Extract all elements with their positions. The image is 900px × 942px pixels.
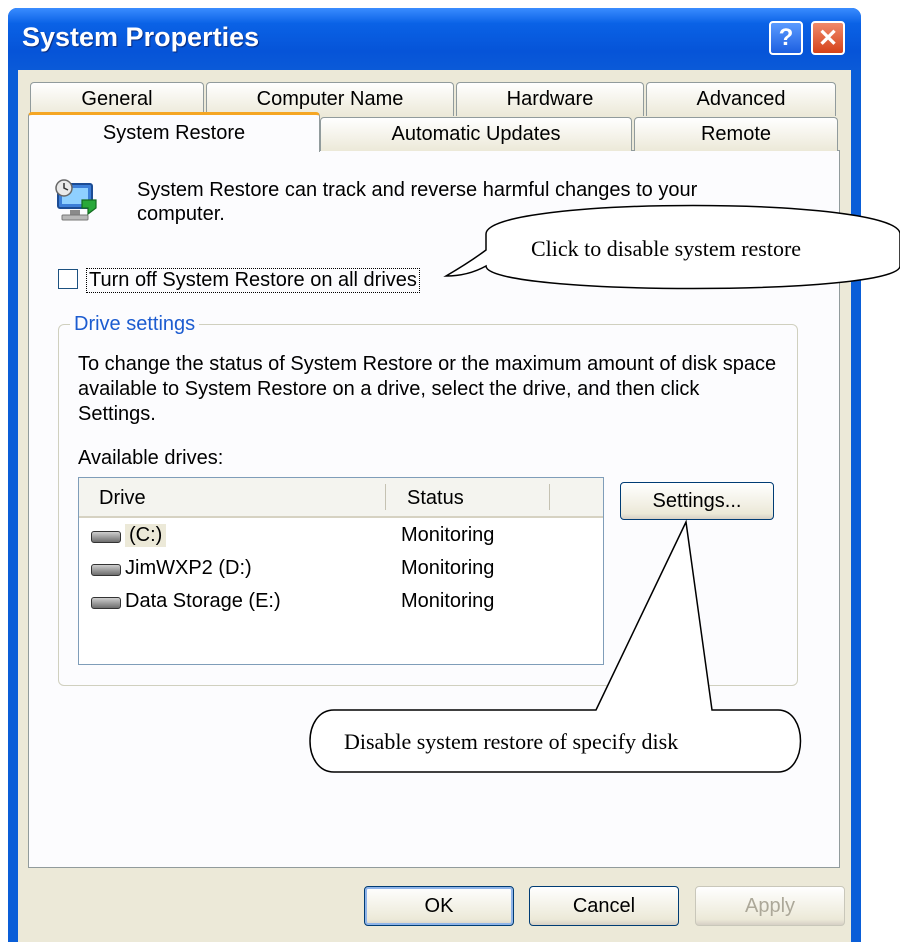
callout-bottom-text: Disable system restore of specify disk (344, 729, 679, 754)
tab-label: System Restore (102, 122, 246, 144)
tab-system-restore[interactable]: System Restore (28, 112, 320, 152)
callout-top-text: Click to disable system restore (531, 236, 802, 261)
